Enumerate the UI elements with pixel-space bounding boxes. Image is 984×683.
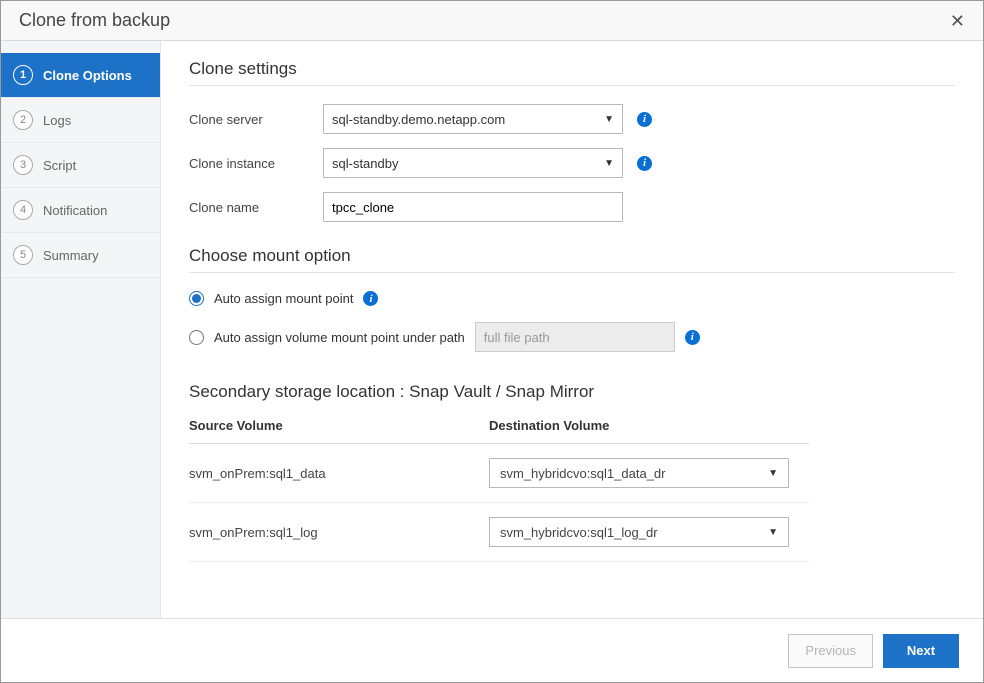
close-icon[interactable]: ✕ <box>946 10 969 32</box>
clone-instance-select[interactable]: sql-standby ▼ <box>323 148 623 178</box>
chevron-down-icon: ▼ <box>604 114 614 125</box>
info-icon[interactable]: i <box>685 330 700 345</box>
main-content: Clone settings Clone server sql-standby.… <box>161 41 983 618</box>
clone-name-label: Clone name <box>189 200 309 215</box>
divider <box>189 272 955 273</box>
step-number: 3 <box>13 155 33 175</box>
step-clone-options[interactable]: 1 Clone Options <box>1 53 160 98</box>
clone-server-select[interactable]: sql-standby.demo.netapp.com ▼ <box>323 104 623 134</box>
dest-volume-value: svm_hybridcvo:sql1_log_dr <box>500 525 658 540</box>
step-number: 2 <box>13 110 33 130</box>
next-button[interactable]: Next <box>883 634 959 668</box>
wizard-sidebar: 1 Clone Options 2 Logs 3 Script 4 Notifi… <box>1 41 161 618</box>
info-icon[interactable]: i <box>637 112 652 127</box>
clone-instance-label: Clone instance <box>189 156 309 171</box>
step-script[interactable]: 3 Script <box>1 143 160 188</box>
step-label: Notification <box>43 203 107 218</box>
mount-auto-radio[interactable] <box>189 291 204 306</box>
source-volume: svm_onPrem:sql1_log <box>189 503 489 562</box>
mount-auto-label: Auto assign mount point <box>214 291 353 306</box>
table-row: svm_onPrem:sql1_log svm_hybridcvo:sql1_l… <box>189 503 809 562</box>
dialog-title: Clone from backup <box>19 10 946 31</box>
mount-heading: Choose mount option <box>189 246 955 266</box>
step-number: 5 <box>13 245 33 265</box>
col-source: Source Volume <box>189 408 489 444</box>
titlebar: Clone from backup ✕ <box>1 1 983 41</box>
clone-name-input[interactable] <box>323 192 623 222</box>
chevron-down-icon: ▼ <box>768 527 778 538</box>
step-notification[interactable]: 4 Notification <box>1 188 160 233</box>
dest-volume-value: svm_hybridcvo:sql1_data_dr <box>500 466 665 481</box>
dialog-footer: Previous Next <box>1 618 983 682</box>
clone-instance-value: sql-standby <box>332 156 398 171</box>
step-label: Clone Options <box>43 68 132 83</box>
source-volume: svm_onPrem:sql1_data <box>189 444 489 503</box>
storage-table: Source Volume Destination Volume svm_onP… <box>189 408 809 562</box>
clone-server-value: sql-standby.demo.netapp.com <box>332 112 505 127</box>
previous-button[interactable]: Previous <box>788 634 873 668</box>
clone-server-label: Clone server <box>189 112 309 127</box>
chevron-down-icon: ▼ <box>768 468 778 479</box>
dest-volume-select[interactable]: svm_hybridcvo:sql1_log_dr ▼ <box>489 517 789 547</box>
step-label: Script <box>43 158 76 173</box>
info-icon[interactable]: i <box>637 156 652 171</box>
mount-path-radio[interactable] <box>189 330 204 345</box>
chevron-down-icon: ▼ <box>604 158 614 169</box>
divider <box>189 85 955 86</box>
step-summary[interactable]: 5 Summary <box>1 233 160 278</box>
info-icon[interactable]: i <box>363 291 378 306</box>
step-label: Logs <box>43 113 71 128</box>
step-logs[interactable]: 2 Logs <box>1 98 160 143</box>
storage-heading: Secondary storage location : Snap Vault … <box>189 382 955 402</box>
mount-path-label: Auto assign volume mount point under pat… <box>214 330 465 345</box>
mount-path-input: full file path <box>475 322 675 352</box>
step-number: 4 <box>13 200 33 220</box>
dest-volume-select[interactable]: svm_hybridcvo:sql1_data_dr ▼ <box>489 458 789 488</box>
col-dest: Destination Volume <box>489 408 809 444</box>
step-label: Summary <box>43 248 99 263</box>
table-row: svm_onPrem:sql1_data svm_hybridcvo:sql1_… <box>189 444 809 503</box>
step-number: 1 <box>13 65 33 85</box>
clone-settings-heading: Clone settings <box>189 59 955 79</box>
mount-path-placeholder: full file path <box>484 330 550 345</box>
